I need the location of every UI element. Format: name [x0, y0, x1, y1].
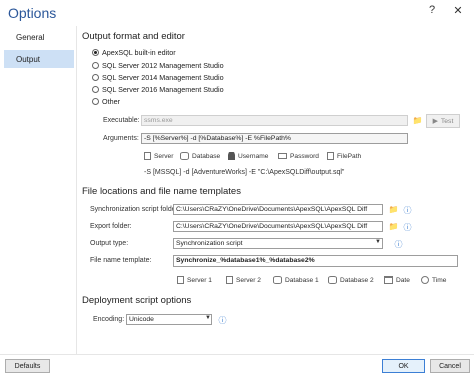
radio-ssms-2012[interactable]: SQL Server 2012 Management Studio: [92, 60, 224, 71]
encoding-select[interactable]: Unicode: [126, 314, 212, 325]
output-type-info-icon[interactable]: ⓘ: [393, 239, 404, 250]
output-section-title: Output format and editor: [82, 31, 185, 42]
password-icon: [278, 153, 287, 159]
database-icon: [180, 152, 189, 160]
encoding-label: Encoding:: [93, 316, 125, 323]
sync-folder-label: Synchronization script folder:: [90, 206, 180, 213]
sidebar-item-general[interactable]: General: [4, 28, 74, 46]
database-icon: [273, 276, 282, 284]
defaults-button[interactable]: Defaults: [5, 359, 50, 373]
radio-label: SQL Server 2014 Management Studio: [102, 73, 224, 82]
executable-browse-icon[interactable]: 📁: [412, 115, 423, 126]
export-folder-info-icon[interactable]: ⓘ: [402, 222, 413, 233]
radio-label: SQL Server 2012 Management Studio: [102, 61, 224, 70]
token-database[interactable]: Database: [180, 151, 220, 161]
export-folder-label: Export folder:: [90, 223, 132, 230]
user-icon: [228, 152, 235, 160]
server-icon: [144, 152, 151, 160]
file-template-input[interactable]: Synchronize_%database1%_%database2%: [173, 255, 458, 267]
token-label: Server: [154, 152, 174, 160]
ok-button[interactable]: OK: [382, 359, 425, 373]
token-server1[interactable]: Server 1: [177, 275, 212, 285]
export-folder-browse-icon[interactable]: 📁: [388, 221, 399, 232]
radio-ssms-2014[interactable]: SQL Server 2014 Management Studio: [92, 72, 224, 83]
encoding-info-icon[interactable]: ⓘ: [217, 315, 228, 326]
footer-divider: [0, 354, 474, 355]
token-date[interactable]: Date: [384, 275, 410, 285]
database-icon: [328, 276, 337, 284]
radio-icon[interactable]: [92, 98, 99, 105]
radio-icon[interactable]: [92, 62, 99, 69]
window-title: Options: [8, 5, 57, 21]
token-label: Database 1: [285, 276, 319, 284]
token-server[interactable]: Server: [144, 151, 173, 161]
sync-folder-browse-icon[interactable]: 📁: [388, 204, 399, 215]
executable-input[interactable]: ssms.exe: [141, 115, 408, 126]
window-controls: ? ✕: [420, 2, 470, 18]
radio-builtin-editor[interactable]: ApexSQL built-in editor: [92, 47, 176, 58]
test-label: Test: [440, 117, 454, 125]
output-type-select[interactable]: Synchronization script: [173, 238, 383, 249]
close-icon[interactable]: ✕: [446, 2, 470, 18]
token-server2[interactable]: Server 2: [226, 275, 261, 285]
play-icon: ▶: [432, 118, 438, 125]
export-folder-input[interactable]: C:\Users\CRaZY\OneDrive\Documents\ApexSQ…: [173, 221, 383, 232]
radio-ssms-2016[interactable]: SQL Server 2016 Management Studio: [92, 84, 224, 95]
token-label: Password: [290, 152, 319, 160]
token-label: Database 2: [340, 276, 374, 284]
token-database2[interactable]: Database 2: [328, 275, 374, 285]
sidebar-item-output[interactable]: Output: [4, 50, 74, 68]
token-username[interactable]: Username: [228, 151, 268, 161]
token-password[interactable]: Password: [278, 151, 319, 161]
radio-label: ApexSQL built-in editor: [102, 48, 176, 57]
cancel-button[interactable]: Cancel: [430, 359, 470, 373]
server-icon: [177, 276, 184, 284]
test-button[interactable]: ▶ Test: [426, 114, 460, 128]
token-label: Username: [238, 152, 269, 160]
server-icon: [226, 276, 233, 284]
sidebar-divider: [76, 26, 77, 354]
token-label: Database: [192, 152, 221, 160]
arguments-input[interactable]: -S [%Server%] -d [%Database%] -E %FilePa…: [141, 133, 408, 144]
deploy-section-title: Deployment script options: [82, 295, 192, 306]
token-label: Server 2: [236, 276, 261, 284]
file-template-label: File name template:: [90, 257, 152, 264]
radio-label: Other: [102, 97, 120, 106]
radio-label: SQL Server 2016 Management Studio: [102, 85, 224, 94]
token-database1[interactable]: Database 1: [273, 275, 319, 285]
token-time[interactable]: Time: [421, 275, 446, 285]
token-filepath[interactable]: FilePath: [327, 151, 361, 161]
radio-selected-icon[interactable]: [92, 49, 99, 56]
chevron-down-icon[interactable]: ▼: [205, 315, 211, 321]
executable-label: Executable:: [103, 117, 140, 124]
sync-folder-input[interactable]: C:\Users\CRaZY\OneDrive\Documents\ApexSQ…: [173, 204, 383, 215]
help-icon[interactable]: ?: [420, 2, 444, 18]
files-section-title: File locations and file name templates: [82, 186, 241, 197]
token-label: Time: [432, 276, 447, 284]
chevron-down-icon[interactable]: ▼: [375, 239, 381, 245]
sidebar: General Output: [4, 28, 74, 72]
output-type-label: Output type:: [90, 240, 129, 247]
radio-other[interactable]: Other: [92, 96, 120, 107]
token-label: Date: [396, 276, 410, 284]
radio-icon[interactable]: [92, 74, 99, 81]
file-icon: [327, 152, 334, 160]
clock-icon: [421, 276, 429, 284]
token-label: FilePath: [337, 152, 362, 160]
calendar-icon: [384, 276, 393, 284]
token-label: Server 1: [187, 276, 212, 284]
arguments-label: Arguments:: [103, 135, 139, 142]
sync-folder-info-icon[interactable]: ⓘ: [402, 205, 413, 216]
arguments-preview: -S [MSSQL] -d [AdventureWorks] -E "C:\Ap…: [144, 169, 345, 176]
radio-icon[interactable]: [92, 86, 99, 93]
